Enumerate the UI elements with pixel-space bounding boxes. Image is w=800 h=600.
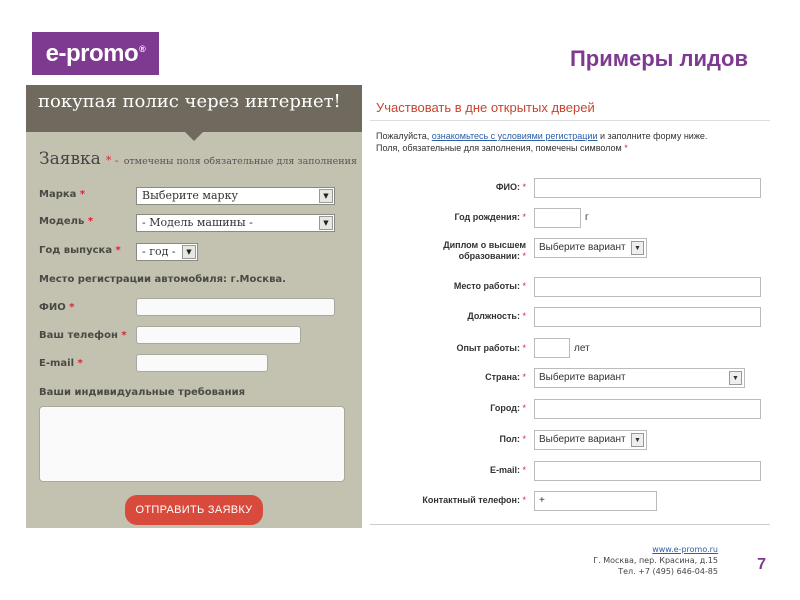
email-label: E-mail: *	[489, 465, 526, 475]
logo: e-promo ®	[32, 32, 159, 75]
email-input[interactable]	[136, 354, 268, 372]
form-heading-note: отмечены поля обязательные для заполнени…	[123, 156, 357, 167]
experience-label: Опыт работы: *	[456, 343, 527, 353]
workplace-label: Место работы: *	[453, 281, 526, 291]
chevron-down-icon: ▼	[319, 216, 333, 230]
phone-label: Ваш телефон *	[39, 330, 127, 341]
banner-notch	[185, 132, 203, 141]
address-text: Г. Москва, пер. Красина, д.15	[593, 556, 718, 565]
website-link[interactable]: www.e-promo.ru	[652, 545, 718, 554]
brand-select[interactable]: Выберите марку ▼	[136, 187, 335, 205]
chevron-down-icon: ▼	[182, 245, 196, 259]
birth-year-label: Год рождения: *	[454, 212, 526, 222]
phone-input[interactable]	[136, 326, 301, 344]
workplace-input[interactable]	[534, 277, 761, 297]
position-input[interactable]	[534, 307, 761, 327]
fio-label: ФИО: *	[495, 182, 526, 192]
gender-label: Пол: *	[499, 434, 527, 444]
chevron-down-icon: ▼	[631, 241, 644, 255]
phone-text: Тел. +7 (495) 646-04-85	[618, 567, 718, 576]
year-select[interactable]: - год - ▼	[136, 243, 198, 261]
left-form-screenshot: покупая полис через интернет! Заявка * -…	[26, 85, 362, 528]
fio-input[interactable]	[534, 178, 761, 198]
banner-text: покупая полис через интернет!	[38, 91, 341, 112]
model-select[interactable]: - Модель машины - ▼	[136, 214, 335, 232]
birth-year-unit: г	[585, 212, 589, 223]
gender-select[interactable]: Выберите вариант ▼	[534, 430, 647, 450]
slide-title: Примеры лидов	[569, 46, 748, 71]
model-label: Модель *	[39, 216, 94, 227]
country-select[interactable]: Выберите вариант ▼	[534, 368, 745, 388]
footer-contacts: www.e-promo.ru Г. Москва, пер. Красина, …	[593, 544, 718, 577]
form-heading-required: * -	[105, 154, 119, 167]
city-label: Город: *	[490, 403, 526, 413]
birth-year-input[interactable]	[534, 208, 581, 228]
submit-button[interactable]: ОТПРАВИТЬ ЗАЯВКУ	[125, 495, 263, 525]
position-label: Должность: *	[467, 311, 526, 321]
registration-terms-link[interactable]: ознакомьтесь с условиями регистрации	[432, 131, 598, 141]
form-heading: Заявка * - отмечены поля обязательные дл…	[39, 149, 357, 169]
experience-unit: лет	[574, 343, 590, 354]
email-input[interactable]	[534, 461, 761, 481]
right-form-screenshot: Участвовать в дне открытых дверей Пожалу…	[370, 88, 770, 526]
form-heading-title: Заявка	[39, 149, 101, 169]
chevron-down-icon: ▼	[319, 189, 333, 203]
registered-mark: ®	[139, 43, 146, 54]
registration-text: Место регистрации автомобиля: г.Москва.	[39, 274, 286, 285]
logo-text: e-promo	[45, 39, 139, 67]
diploma-select[interactable]: Выберите вариант ▼	[534, 238, 647, 258]
email-label: E-mail *	[39, 358, 83, 369]
right-form-intro: Пожалуйста, ознакомьтесь с условиями рег…	[376, 131, 708, 153]
chevron-down-icon: ▼	[631, 433, 644, 447]
requirements-textarea[interactable]	[39, 406, 345, 482]
diploma-label: Диплом о высшем образовании: *	[443, 240, 526, 261]
chevron-down-icon: ▼	[729, 371, 742, 385]
city-input[interactable]	[534, 399, 761, 419]
phone-label: Контактный телефон: *	[422, 495, 526, 505]
divider	[370, 120, 770, 121]
phone-input[interactable]: +	[534, 491, 657, 511]
country-label: Страна: *	[485, 372, 526, 382]
year-label: Год выпуска *	[39, 245, 121, 256]
divider	[370, 524, 770, 525]
brand-label: Марка *	[39, 189, 86, 200]
page-number: 7	[757, 556, 766, 573]
right-form-title: Участвовать в дне открытых дверей	[376, 100, 595, 115]
name-label: ФИО *	[39, 302, 75, 313]
experience-input[interactable]	[534, 338, 570, 358]
name-input[interactable]	[136, 298, 335, 316]
requirements-label: Ваши индивидуальные требования	[39, 387, 246, 398]
left-banner: покупая полис через интернет!	[26, 85, 362, 132]
